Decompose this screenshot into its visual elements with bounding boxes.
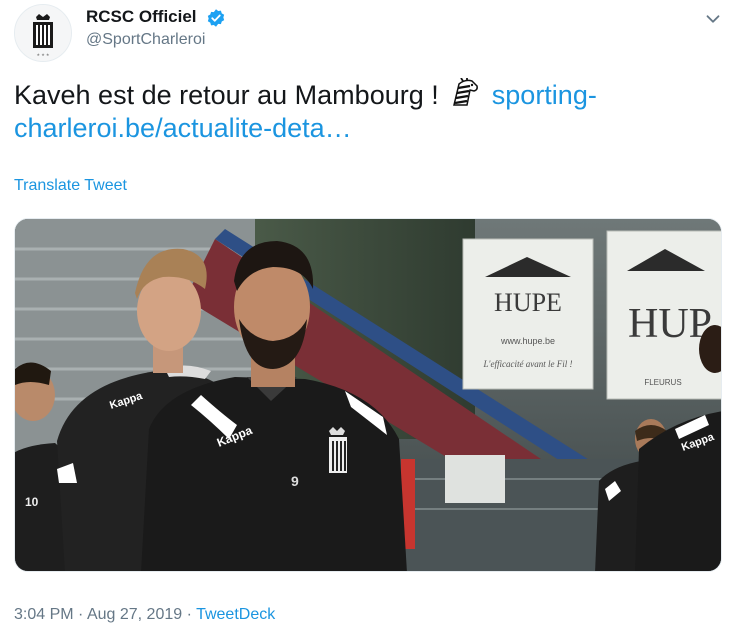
billboard-1-text: HUPE — [494, 288, 562, 317]
billboard-2-sub: FLEURUS — [644, 378, 681, 387]
verified-badge-icon — [207, 9, 225, 27]
club-crest-icon: ★ ★ ★ — [15, 5, 71, 61]
tweet-photo[interactable]: HUPE www.hupe.be L'efficacité avant le F… — [14, 218, 722, 572]
separator-dot: · — [78, 606, 84, 623]
tweet-body: Kaveh est de retour au Mambourg ! — [14, 80, 439, 110]
display-name[interactable]: RCSC Officiel — [86, 7, 197, 27]
avatar[interactable]: ★ ★ ★ — [14, 4, 72, 62]
translate-tweet-link[interactable]: Translate Tweet — [14, 177, 127, 195]
user-handle[interactable]: @SportCharleroi — [86, 31, 205, 49]
player-number-10: 10 — [25, 495, 39, 509]
tweet-source-link[interactable]: TweetDeck — [196, 606, 275, 623]
billboard-1-slogan: L'efficacité avant le Fil ! — [483, 359, 573, 369]
chevron-down-icon[interactable] — [702, 8, 724, 30]
player-number-9: 9 — [291, 473, 299, 489]
billboard-2-text: HUP — [628, 301, 712, 347]
photo-illustration: HUPE www.hupe.be L'efficacité avant le F… — [15, 219, 721, 571]
svg-text:★ ★ ★: ★ ★ ★ — [37, 52, 50, 57]
tweet-footer: 3:04 PM · Aug 27, 2019 · TweetDeck — [14, 606, 275, 624]
billboard-1-url: www.hupe.be — [500, 336, 555, 346]
tweet-text: Kaveh est de retour au Mambourg ! sporti… — [14, 78, 704, 145]
tweet-time[interactable]: 3:04 PM — [14, 606, 74, 623]
separator-dot: · — [186, 606, 192, 623]
zebra-icon — [453, 78, 479, 106]
tweet-date[interactable]: Aug 27, 2019 — [87, 606, 182, 623]
